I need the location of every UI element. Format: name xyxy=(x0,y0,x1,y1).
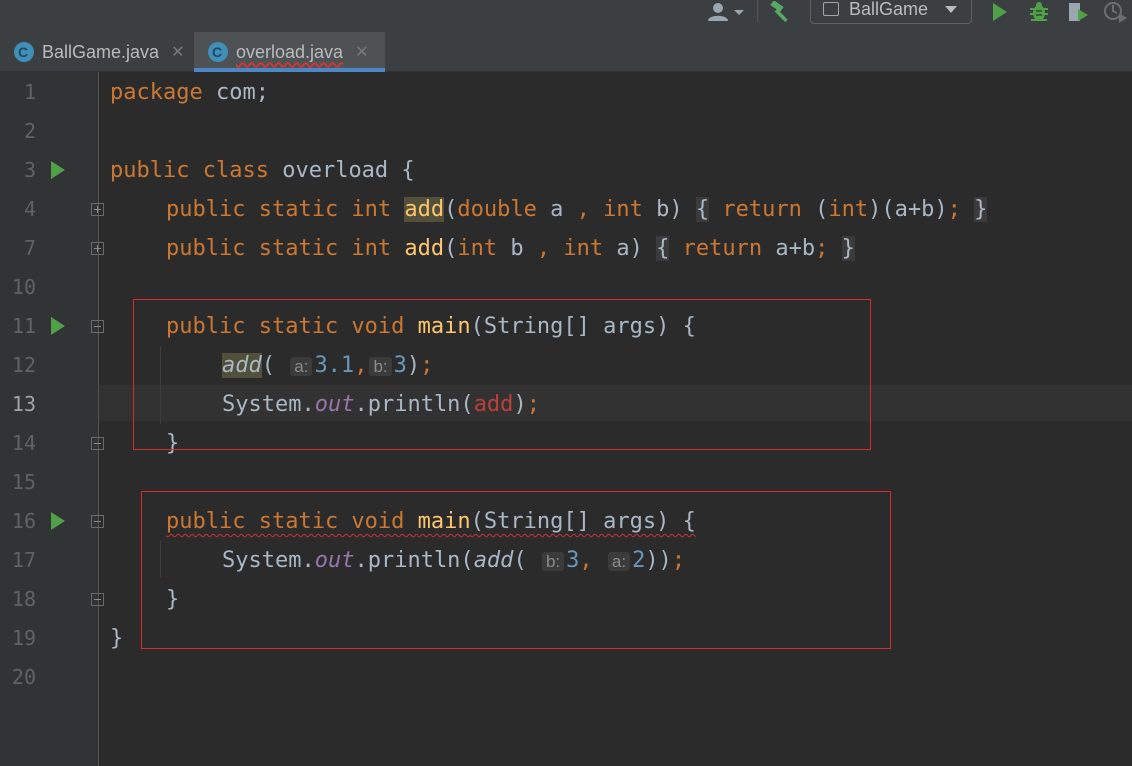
line-number: 18 xyxy=(11,587,36,611)
toolbar-separator xyxy=(757,0,758,22)
annotation-box-second-main xyxy=(141,491,891,649)
token-text: a xyxy=(536,197,577,222)
line-number: 2 xyxy=(23,119,36,143)
folded-brace[interactable]: { xyxy=(695,197,710,222)
line-number: 10 xyxy=(11,275,36,299)
fold-collapse-icon[interactable] xyxy=(91,320,104,333)
token-keyword: double xyxy=(457,197,537,222)
line-number: 7 xyxy=(23,236,36,260)
token-keyword: package xyxy=(110,80,203,105)
token-keyword: , xyxy=(536,236,551,261)
token-text: ( xyxy=(444,197,458,222)
coverage-icon[interactable] xyxy=(1066,0,1090,24)
java-class-icon xyxy=(14,42,34,62)
editor-tab-bar: BallGame.java ✕ overload.java ✕ xyxy=(0,32,1132,72)
hammer-icon[interactable] xyxy=(766,0,796,24)
fold-expand-icon[interactable] xyxy=(91,203,104,216)
folded-brace[interactable]: } xyxy=(974,197,988,222)
run-config-icon xyxy=(823,2,839,16)
gutter-divider xyxy=(98,72,99,766)
token-text: ( xyxy=(801,197,829,222)
token-text: a) xyxy=(603,236,643,261)
code-line-7: public static int add(int b , int a) { r… xyxy=(166,229,855,268)
line-number: 12 xyxy=(11,353,36,377)
token-keyword: return xyxy=(722,197,802,222)
token-keyword: , xyxy=(576,197,590,222)
tab-label: overload.java xyxy=(236,41,344,62)
line-number: 1 xyxy=(23,80,36,104)
token-text: overload { xyxy=(268,158,415,183)
line-number: 14 xyxy=(11,431,36,455)
chevron-down-icon xyxy=(945,5,957,13)
token-text: b) xyxy=(642,197,683,222)
code-editor[interactable]: 1 2 3 4 7 10 11 12 13 14 15 16 17 18 19 … xyxy=(0,72,1132,766)
run-config-label: BallGame xyxy=(849,0,929,19)
token-keyword: ; xyxy=(947,197,961,222)
line-number: 4 xyxy=(23,197,36,221)
close-icon[interactable]: ✕ xyxy=(355,42,368,62)
token-keyword: public static int xyxy=(166,197,392,222)
folded-brace[interactable]: { xyxy=(656,236,670,261)
token-keyword: public xyxy=(110,158,190,183)
folded-brace[interactable]: } xyxy=(841,236,855,261)
token-keyword: int xyxy=(589,197,643,222)
code-line-3: public class overload { xyxy=(110,151,415,190)
line-number: 3 xyxy=(23,158,36,182)
debug-icon[interactable] xyxy=(1027,0,1051,24)
line-number-current: 13 xyxy=(11,392,36,416)
fold-collapse-icon[interactable] xyxy=(91,593,104,606)
line-number: 17 xyxy=(11,548,36,572)
token-keyword: int xyxy=(457,236,498,261)
code-line-19: } xyxy=(110,619,123,658)
token-keyword: int xyxy=(828,197,869,222)
token-text: b xyxy=(497,236,537,261)
main-toolbar: BallGame xyxy=(0,0,1132,32)
tab-ballgame-java[interactable]: BallGame.java ✕ xyxy=(0,32,194,72)
line-number: 11 xyxy=(11,314,36,338)
line-number: 16 xyxy=(11,509,36,533)
run-gutter-icon[interactable] xyxy=(51,317,65,335)
token-keyword: public static int xyxy=(166,236,392,261)
line-number: 19 xyxy=(11,626,36,650)
fold-expand-icon[interactable] xyxy=(91,242,104,255)
fold-collapse-icon[interactable] xyxy=(91,515,104,528)
token-text: ( xyxy=(444,236,458,261)
token-method-name: add xyxy=(404,236,445,261)
token-text: a+b xyxy=(762,236,816,261)
line-number: 20 xyxy=(11,665,36,689)
user-icon[interactable] xyxy=(700,0,750,24)
run-gutter-icon[interactable] xyxy=(51,512,65,530)
token-keyword: ; xyxy=(815,236,829,261)
line-number: 15 xyxy=(11,470,36,494)
token-text: )(a+b) xyxy=(868,197,948,222)
run-configuration-select[interactable]: BallGame xyxy=(810,0,972,24)
java-class-icon xyxy=(208,42,228,62)
code-line-1: package com; xyxy=(110,73,269,112)
annotation-box-first-main xyxy=(133,299,871,450)
token-keyword: class xyxy=(202,158,269,183)
fold-collapse-icon[interactable] xyxy=(91,437,104,450)
run-icon[interactable] xyxy=(988,0,1012,24)
tab-label: BallGame.java xyxy=(42,41,160,62)
close-icon[interactable]: ✕ xyxy=(171,42,184,62)
token-keyword: int xyxy=(550,236,604,261)
tab-overload-java[interactable]: overload.java ✕ xyxy=(194,32,385,72)
token-text: } xyxy=(110,626,124,651)
run-gutter-icon[interactable] xyxy=(51,161,65,179)
token-keyword: return xyxy=(682,236,763,261)
code-line-4: public static int add(double a , int b) … xyxy=(166,190,988,229)
token-method-name: add xyxy=(404,197,445,222)
token-text: com; xyxy=(202,80,269,105)
profile-icon[interactable] xyxy=(1102,0,1128,24)
